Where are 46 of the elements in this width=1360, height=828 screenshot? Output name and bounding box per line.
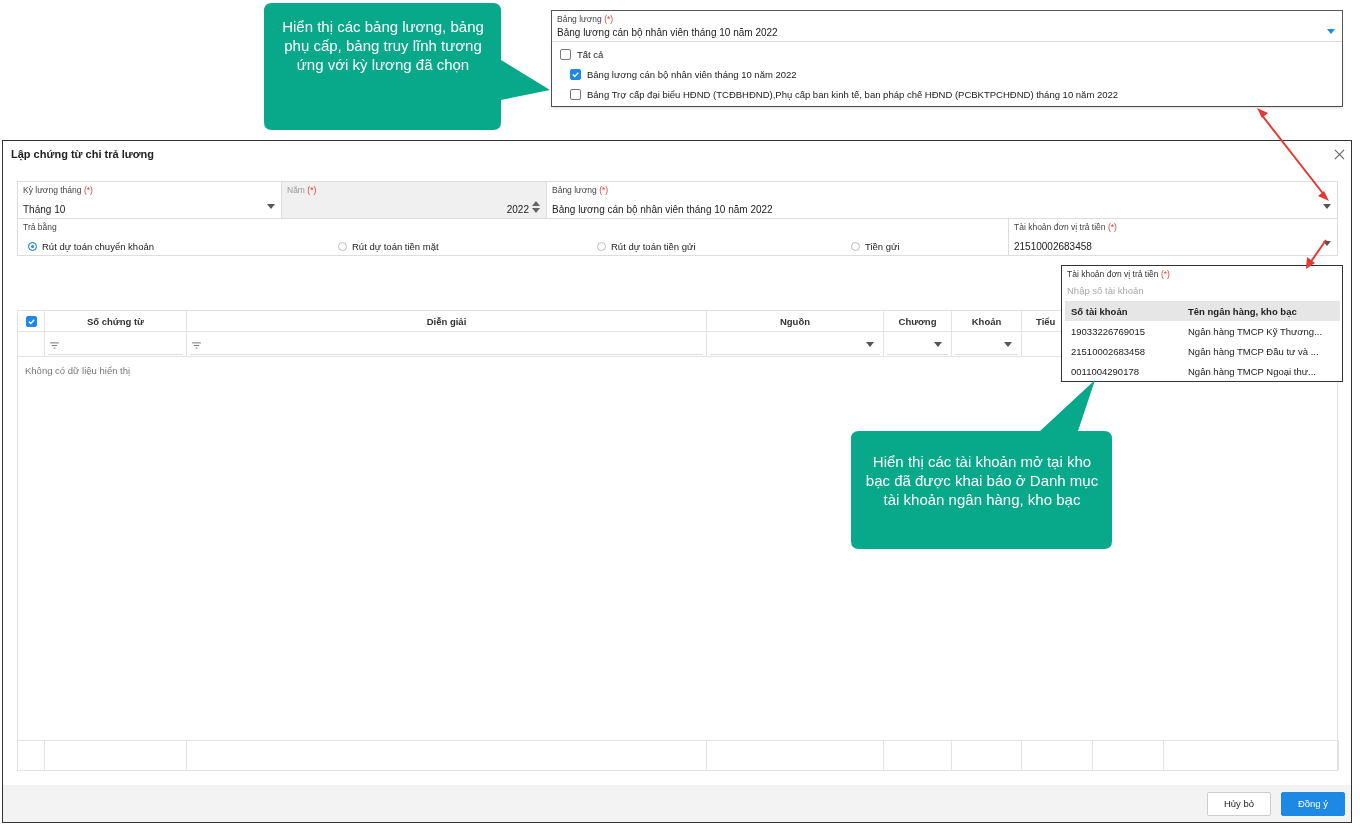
field-value[interactable]: Bảng lương cán bộ nhân viên tháng 10 năm 2022 [557,27,778,38]
column-header: Số tài khoản [1071,305,1129,317]
callout-text: Hiển thị các bảng lương, bảng phụ cấp, bảng truy lĩnh tương ứng với kỳ lương đã chọn [281,17,485,74]
column-header: Chương [898,315,937,327]
caret-icon [1323,204,1331,209]
form-field[interactable]: Bảng lương (*) Bảng lương cán bộ nhân viên tháng 10 năm 2022 [547,182,1337,218]
column-header: Khoản [971,315,1002,327]
option-label[interactable]: Tất cả [577,48,604,60]
option-label[interactable]: Rút dự toán chuyển khoản [42,241,154,252]
field-label: Bảng lương (*) [557,14,615,24]
column-header: Diễn giải [426,315,467,327]
checkbox[interactable] [560,48,571,60]
account-option[interactable]: 0011004290178 Ngân hàng TMCP Ngoại thư... [1065,361,1340,381]
filter-icon[interactable] [50,341,59,349]
select-all-checkbox[interactable] [25,315,37,327]
account-option[interactable]: 21510002683458 Ngân hàng TMCP Đầu tư và ... [1065,341,1340,361]
arrow [1306,239,1327,269]
column-header: Nguồn [779,315,811,327]
field-label: Trả bằng [23,222,58,232]
account-option[interactable]: 19033226769015 Ngân hàng TMCP Kỹ Thương... [1065,321,1340,341]
caret-icon [934,341,942,347]
option-label[interactable]: Bảng lương cán bộ nhân viên tháng 10 năm 2022 [587,68,797,80]
caret-icon [1004,341,1012,347]
confirm-button[interactable]: Đồng ý [1281,791,1345,816]
column-header: Số chứng từ [86,315,144,327]
checkbox[interactable] [570,68,581,80]
column-header: Tiểu [1036,315,1056,327]
caret-icon [267,204,275,209]
empty-message: Không có dữ liệu hiển thị [25,365,131,376]
field-label: Tài khoản đơn vị trả tiền (*) [1066,269,1171,279]
caret-icon [1323,241,1331,246]
checkbox[interactable] [570,88,581,100]
filter-icon[interactable] [192,341,201,349]
close-icon[interactable] [1334,148,1345,160]
column-header: Tên ngân hàng, kho bạc [1188,305,1298,317]
caret-icon [1327,29,1335,34]
callout-text: Hiển thị các tài khoản mở tại kho bạc đã được khai báo ở Danh mục tài khoản ngân hàng, kho bạc [864,452,1100,509]
option-label[interactable]: Tiền gửi [865,241,900,252]
option-label[interactable]: Bảng Trợ cấp đại biểu HĐND (TCĐBHĐND),Phụ cấp ban kinh tế, ban pháp chế HĐND (PCBKTPCHĐND) tháng 10 năm 2022 [587,88,1119,100]
dialog-title: Lập chứng từ chi trả lương [11,148,154,160]
caret-icon [866,341,874,347]
option-label[interactable]: Rút dự toán tiền mặt [352,241,439,252]
account-field[interactable]: Tài khoản đơn vị trả tiền (*) 21510002683458 [1009,219,1337,255]
cancel-button[interactable]: Hủy bỏ [1207,791,1271,816]
option-label[interactable]: Rút dự toán tiền gửi [611,241,696,252]
radio-button[interactable] [28,242,37,251]
